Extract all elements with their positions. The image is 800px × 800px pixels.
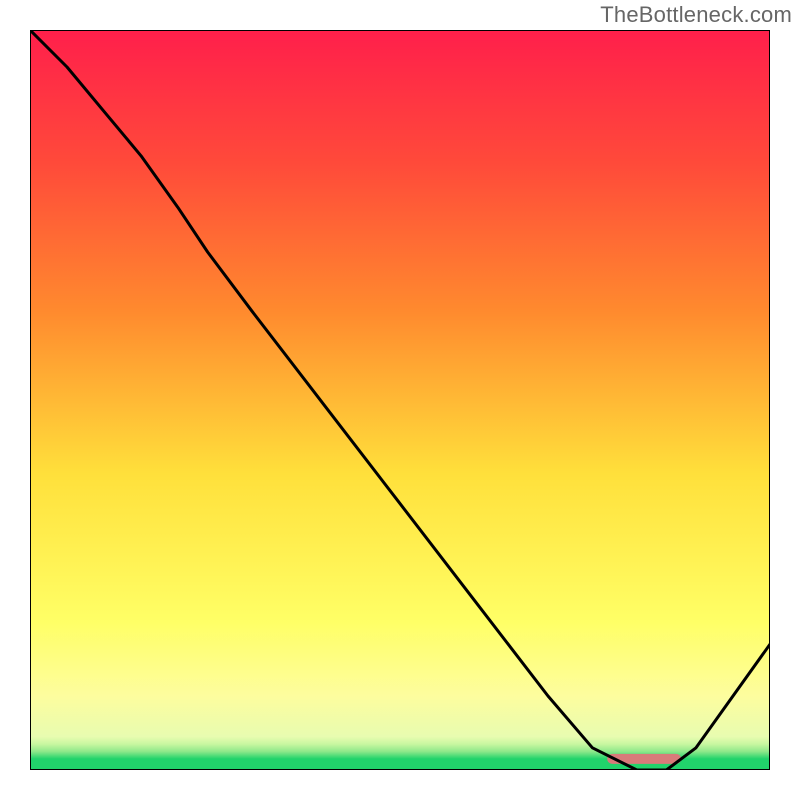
plot-area (30, 30, 770, 770)
gradient-background (30, 30, 770, 770)
chart-container: TheBottleneck.com (0, 0, 800, 800)
chart-svg (30, 30, 770, 770)
watermark-text: TheBottleneck.com (600, 2, 792, 28)
